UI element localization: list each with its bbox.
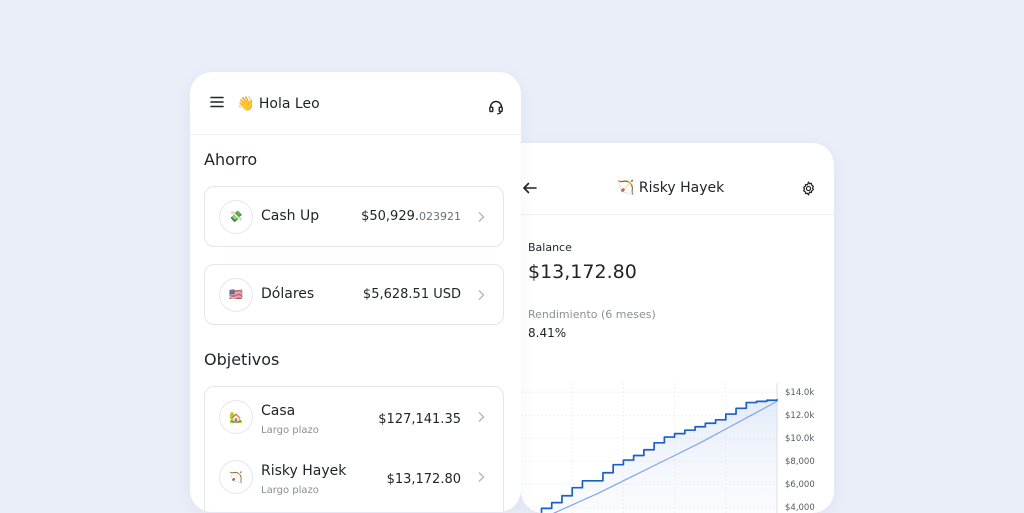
greeting: 👋 Hola Leo [237,96,320,112]
y-tick-label: $6,000 [785,480,815,490]
bow-arrow-icon: 🏹 [219,460,253,494]
goal-item-risky-hayek[interactable]: 🏹 Risky Hayek Largo plazo $13,172.80 [205,447,503,507]
y-tick-label: $4,000 [785,503,815,513]
balance-value: $13,172.80 [528,261,637,283]
goal-name: Casa [261,403,296,419]
y-tick-label: $10.0k [785,434,814,444]
greeting-text: Hola Leo [258,96,320,112]
chevron-right-icon [478,289,485,300]
y-tick-label: $14.0k [785,388,814,398]
main-screen-card: 👋 Hola Leo Ahorro 💸 Cash Up $50,929.0239… [190,72,521,512]
chevron-right-icon [478,412,485,422]
goal-term: Largo plazo [261,485,319,496]
balance-label: Balance [528,241,572,254]
goal-detail-card: 🏹 Risky Hayek Balance $13,172.80 Rendimi… [521,143,834,513]
y-tick-label: $8,000 [785,457,815,467]
goal-term: Largo plazo [261,425,319,436]
savings-section-title: Ahorro [204,150,258,169]
goals-list: 🏡 Casa Largo plazo $127,141.35 🏹 Risky H… [204,386,504,512]
chevron-right-icon [478,211,485,222]
back-arrow-icon[interactable] [521,180,537,196]
series-area [521,399,777,513]
us-flag-icon: 🇺🇸 [219,277,253,312]
bow-arrow-icon: 🏹 [617,180,635,196]
settings-gear-icon[interactable] [800,180,816,196]
detail-header: 🏹 Risky Hayek [521,143,834,215]
detail-title: 🏹 Risky Hayek [617,180,724,196]
menu-icon[interactable] [209,94,225,110]
yield-label: Rendimiento (6 meses) [528,308,656,321]
chevron-right-icon [478,472,485,482]
goal-balance: $127,141.35 [378,412,461,427]
wave-emoji-icon: 👋 [237,96,255,112]
account-balance: $5,628.51 USD [362,287,461,302]
savings-account-dolares[interactable]: 🇺🇸 Dólares $5,628.51 USD [204,264,504,325]
support-headset-icon[interactable] [487,98,505,116]
goal-name: Risky Hayek [261,463,347,479]
money-wings-icon: 💸 [219,199,253,234]
detail-title-text: Risky Hayek [638,180,725,196]
performance-chart: $14.0k $12.0k $10.0k $8,000 $6,000 $4,000 [521,383,815,513]
y-tick-label: $12.0k [785,411,814,421]
account-balance: $50,929.023921 [361,209,461,224]
main-header: 👋 Hola Leo [190,72,521,135]
goal-item-casa[interactable]: 🏡 Casa Largo plazo $127,141.35 [205,387,503,447]
yield-value: 8.41% [528,326,567,340]
savings-account-cashup[interactable]: 💸 Cash Up $50,929.023921 [204,186,504,247]
house-icon: 🏡 [219,400,253,434]
goals-section-title: Objetivos [204,350,280,369]
account-name: Dólares [261,286,315,302]
goal-balance: $13,172.80 [386,472,461,487]
account-name: Cash Up [261,208,320,224]
